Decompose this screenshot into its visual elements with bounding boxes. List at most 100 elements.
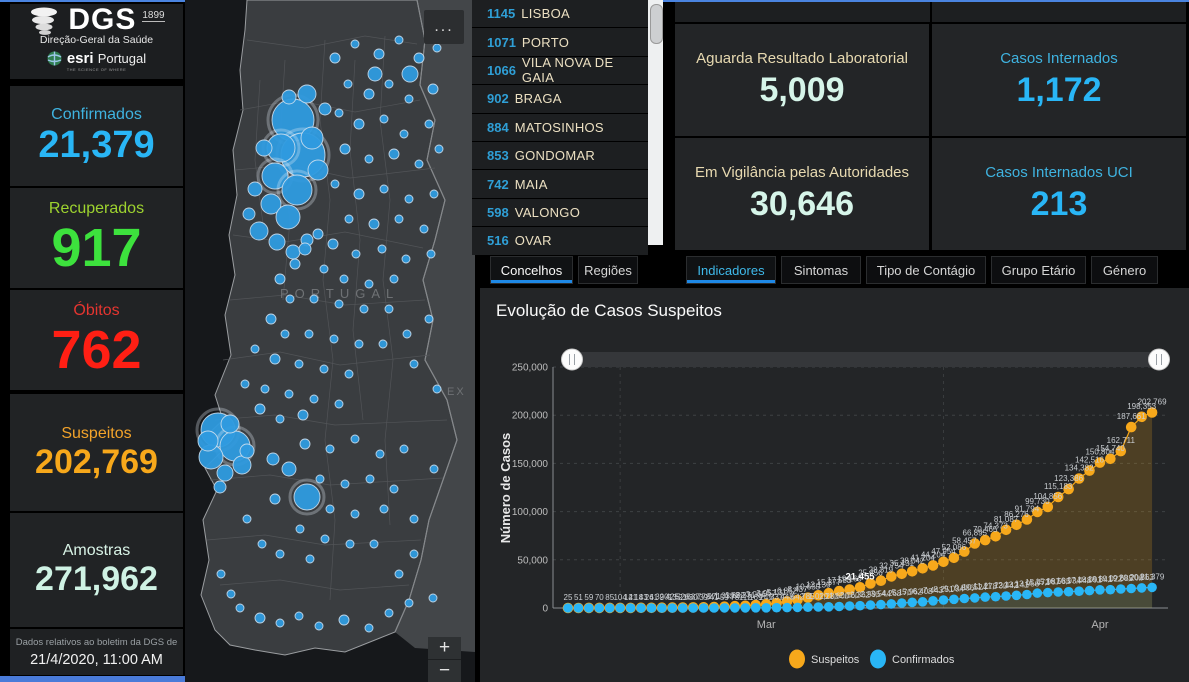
list-item[interactable]: 902BRAGA	[472, 85, 648, 113]
tab-sintomas[interactable]: Sintomas	[781, 256, 861, 284]
map-zoom-out-button[interactable]: −	[428, 660, 461, 682]
map-bubble	[285, 390, 293, 398]
map-bubble	[346, 540, 354, 548]
chart-point-confirmados	[668, 603, 678, 613]
chart-point-confirmados	[751, 603, 761, 613]
chart-point-confirmados	[834, 602, 844, 612]
tab-label: Sintomas	[794, 263, 848, 278]
map-bubble	[310, 395, 318, 403]
map-bubble	[248, 182, 262, 196]
chart-point-suspeitos	[1126, 422, 1137, 433]
chart-point-confirmados	[584, 603, 594, 613]
list-item-name: BRAGA	[515, 91, 562, 106]
tab-regiões[interactable]: Regiões	[578, 256, 638, 284]
stat-label: Recuperados	[49, 200, 144, 218]
map-bubble	[365, 155, 373, 163]
map-bubble	[380, 505, 388, 513]
point-label: 59	[584, 593, 593, 602]
chart-point-confirmados	[1116, 584, 1126, 594]
map-bubble	[425, 315, 433, 323]
list-scrollbar[interactable]	[648, 0, 663, 245]
map-bubble	[420, 225, 428, 233]
legend-label-confirmados: Confirmados	[892, 654, 955, 666]
point-label: 162,711	[1107, 436, 1136, 445]
time-slider-handle-left[interactable]	[562, 349, 583, 370]
map-zoom-in-button[interactable]: +	[428, 637, 461, 660]
stat-card-óbitos: Óbitos 762	[10, 290, 183, 390]
map-bubble	[308, 160, 328, 180]
chart-point-confirmados	[678, 603, 688, 613]
tab-label: Regiões	[584, 263, 632, 278]
list-item[interactable]: 742MAIA	[472, 170, 648, 198]
list-item[interactable]: 884MATOSINHOS	[472, 114, 648, 142]
list-item[interactable]: 1066VILA NOVA DE GAIA	[472, 57, 648, 85]
map-bubble	[255, 404, 265, 414]
map-bubble	[276, 205, 300, 229]
map-bubble	[301, 127, 323, 149]
map-bubble	[267, 453, 279, 465]
y-tick-label: 0	[542, 604, 548, 615]
list-item[interactable]: 516OVAR	[472, 227, 648, 255]
map-bubble	[266, 314, 276, 324]
map-bubble	[405, 599, 413, 607]
map-bubble	[258, 540, 266, 548]
list-item-count: 598	[487, 205, 509, 220]
list-item[interactable]: 853GONDOMAR	[472, 142, 648, 170]
map-bubble	[425, 120, 433, 128]
active-tab-underline	[491, 280, 572, 283]
map-bubble	[400, 445, 408, 453]
legend-marker-suspeitos[interactable]	[789, 650, 805, 669]
map-more-options-button[interactable]: ...	[424, 10, 464, 44]
map-bubble	[335, 300, 343, 308]
list-scrollbar-thumb[interactable]	[650, 4, 663, 44]
list-item[interactable]: 1145LISBOA	[472, 0, 648, 28]
time-slider-handle-right[interactable]	[1149, 349, 1170, 370]
map-watermark: PORTUGAL	[280, 286, 399, 301]
tab-grupo-etário[interactable]: Grupo Etário	[991, 256, 1086, 284]
stat-value: 762	[51, 322, 141, 379]
indicator-card: Em Vigilância pelas Autoridades30,646	[675, 138, 929, 250]
chart-point-confirmados	[1085, 586, 1095, 596]
indicator-value: 1,172	[1016, 71, 1101, 110]
tab-género[interactable]: Género	[1091, 256, 1158, 284]
portugal-map[interactable]: PORTUGALEX	[185, 0, 475, 682]
map-bubble	[410, 515, 418, 523]
map-bubble	[405, 195, 413, 203]
tab-tipo-de-contágio[interactable]: Tipo de Contágio	[866, 256, 986, 284]
legend-marker-confirmados[interactable]	[870, 650, 886, 669]
chart-point-confirmados	[814, 602, 824, 612]
map-bubble	[410, 550, 418, 558]
chart-point-confirmados	[1022, 590, 1032, 600]
dgs-year: 1899	[142, 10, 164, 22]
time-slider-track[interactable]	[563, 352, 1168, 367]
map-bubble	[240, 444, 254, 458]
map-bubble	[340, 144, 350, 154]
chart-point-confirmados	[1001, 591, 1011, 601]
point-label: 202,769	[1138, 398, 1167, 407]
list-item[interactable]: 598VALONGO	[472, 199, 648, 227]
tab-label: Concelhos	[501, 263, 562, 278]
map-bubble	[313, 229, 323, 239]
map-bubble	[354, 119, 364, 129]
esri-logo-text: esri Portugal	[67, 50, 146, 67]
data-source-footer: Dados relativos ao boletim da DGS de 21/…	[10, 629, 183, 675]
map-bubble	[430, 190, 438, 198]
point-label: 104,856	[1033, 492, 1062, 501]
list-item[interactable]: 1071PORTO	[472, 28, 648, 56]
chart-point-confirmados	[928, 596, 938, 606]
concelhos-list: 1145LISBOA1071PORTO1066VILA NOVA DE GAIA…	[472, 0, 648, 255]
tab-concelhos[interactable]: Concelhos	[490, 256, 573, 284]
map-bubble	[385, 609, 393, 617]
chart-point-confirmados	[782, 603, 792, 613]
stat-label: Suspeitos	[61, 425, 131, 443]
chart-point-confirmados	[949, 595, 959, 605]
footer-note: Dados relativos ao boletim da DGS de	[16, 637, 178, 648]
stat-label: Óbitos	[73, 302, 119, 320]
map-bubble	[331, 180, 339, 188]
map-bubble	[403, 330, 411, 338]
list-item-count: 1066	[487, 63, 516, 78]
chart-point-confirmados	[1064, 587, 1074, 597]
map-bubble	[294, 484, 320, 510]
map-bubble	[364, 89, 374, 99]
tab-indicadores[interactable]: Indicadores	[686, 256, 776, 284]
